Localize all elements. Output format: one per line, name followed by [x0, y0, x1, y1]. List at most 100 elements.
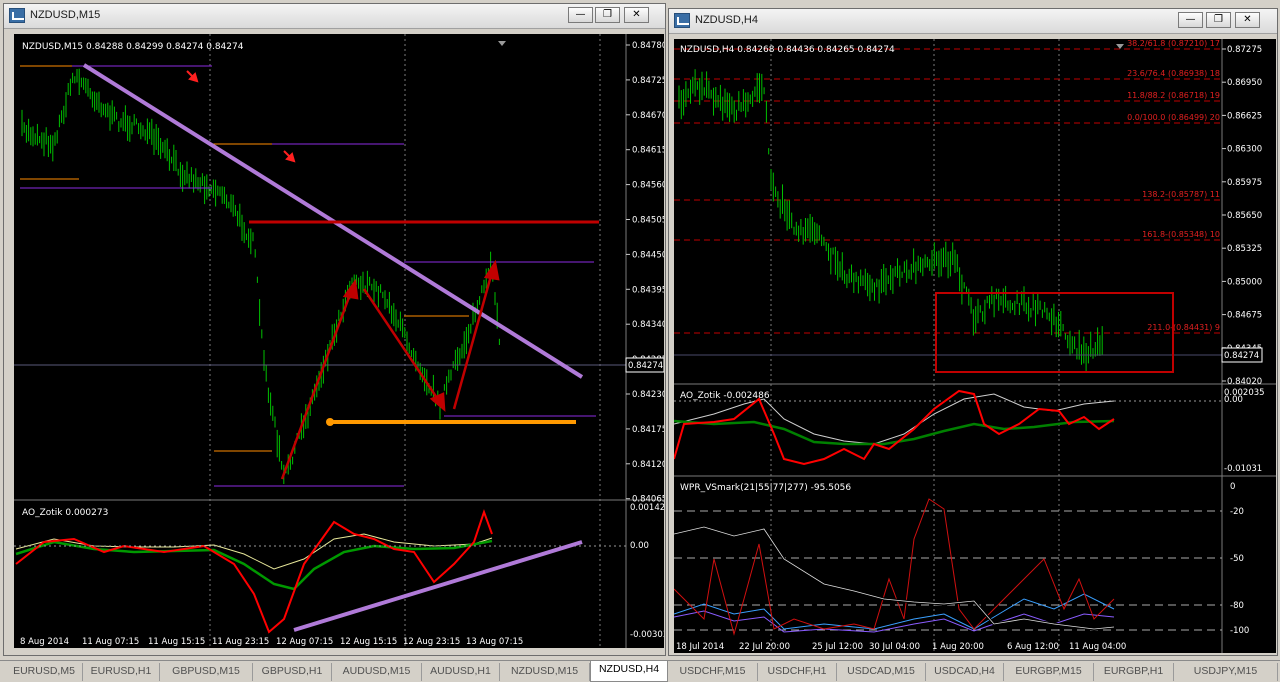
chart-tab[interactable]: USDCAD,M15: [837, 663, 926, 681]
minimize-button[interactable]: —: [568, 7, 593, 23]
price-label: 0.86300: [1227, 145, 1262, 155]
time-scale[interactable]: 8 Aug 2014 11 Aug 07:15 11 Aug 15:15 11 Aug…: [20, 637, 523, 647]
window-nzdusd-h4[interactable]: NZDUSD,H4 — ❐ ✕ 38.2/61.8 (0.87210) 17 23…: [668, 8, 1278, 656]
indicator-scale-label: 0.00: [630, 541, 649, 551]
chart-tab[interactable]: USDJPY,M15: [1174, 663, 1278, 681]
time-label: 12 Aug 23:15: [403, 637, 460, 647]
chart-tab[interactable]: AUDUSD,M15: [332, 663, 422, 681]
indicator-scale: 0.001428 0.00 -0.00303: [630, 503, 664, 640]
window-nzdusd-m15[interactable]: NZDUSD,M15 — ❐ ✕ NZDUSD,M15 0.84288 0.84…: [3, 3, 666, 656]
ao-fast-line: [674, 389, 1115, 466]
price-label: 0.84505: [632, 216, 664, 226]
chart-tab[interactable]: EURUSD,H1: [83, 663, 160, 681]
ao-scale-label: 0.00: [1224, 395, 1243, 405]
price-series: [678, 69, 1103, 372]
fib-level-label: 38.2/61.8 (0.87210) 17: [1127, 39, 1220, 48]
time-label: 22 Jul 20:00: [739, 642, 790, 652]
price-label: 0.85650: [1227, 211, 1262, 221]
chart-window-icon: [9, 8, 25, 23]
chart-header: NZDUSD,H4 0.84268 0.84436 0.84265 0.8427…: [680, 45, 895, 55]
scroll-marker-icon: [1116, 44, 1124, 49]
time-label: 12 Aug 07:15: [276, 637, 333, 647]
wpr-scale-label: 0: [1230, 482, 1235, 492]
price-label: 0.84675: [1227, 311, 1262, 321]
price-label: 0.84340: [632, 320, 664, 330]
arrowhead: [483, 259, 500, 281]
close-button[interactable]: ✕: [1235, 12, 1260, 28]
price-scale[interactable]: 0.84780 0.84725 0.84670 0.84615 0.84560 0.845…: [626, 41, 664, 505]
minimize-button[interactable]: —: [1178, 12, 1203, 28]
support-anchor-point[interactable]: [326, 418, 334, 426]
ao-header: AO_Zotik -0.002486: [680, 391, 770, 401]
time-label: 11 Aug 04:00: [1069, 642, 1126, 652]
price-label: 0.86625: [1227, 111, 1262, 121]
price-label: 0.84020: [1227, 377, 1262, 387]
chart-tab[interactable]: EURGBP,M15: [1004, 663, 1094, 681]
chart-tab[interactable]: GBPUSD,H1: [253, 663, 332, 681]
price-label: 0.84780: [632, 41, 664, 51]
ao-scale-label: -0.01031: [1224, 464, 1262, 474]
chart-tab[interactable]: EURUSD,M5: [6, 663, 83, 681]
indicator-scale-label: 0.001428: [630, 503, 664, 513]
h4-chart-svg[interactable]: 38.2/61.8 (0.87210) 17 23.6/76.4 (0.86938…: [674, 39, 1276, 653]
chart-tab[interactable]: AUDUSD,H1: [422, 663, 500, 681]
ao-signal-line: [15, 533, 493, 570]
fib-level-label: 0.0/100.0 (0.86499) 20: [1127, 113, 1220, 122]
close-button[interactable]: ✕: [624, 7, 649, 23]
time-label: 1 Aug 20:00: [932, 642, 984, 652]
chart-tab[interactable]: NZDUSD,H4: [590, 661, 668, 682]
time-label: 12 Aug 15:15: [340, 637, 397, 647]
chart-tab-bar[interactable]: EURUSD,M5 EURUSD,H1 GBPUSD,M15 GBPUSD,H1 AUD…: [0, 660, 1280, 682]
price-label: 0.84175: [632, 425, 664, 435]
m15-chart-svg[interactable]: NZDUSD,M15 0.84288 0.84299 0.84274 0.842…: [14, 34, 664, 648]
ao-slow-line: [15, 539, 493, 591]
price-label: 0.84230: [632, 390, 664, 400]
time-label: 11 Aug 15:15: [148, 637, 205, 647]
price-label: 0.84450: [632, 250, 664, 260]
wave-arrow-down[interactable]: [362, 288, 441, 402]
wpr-scale-label: -50: [1230, 554, 1244, 564]
chart-area-m15[interactable]: NZDUSD,M15 0.84288 0.84299 0.84274 0.842…: [14, 34, 664, 648]
wave-arrow-up-2[interactable]: [452, 271, 494, 410]
chart-tab[interactable]: USDCAD,H4: [926, 663, 1004, 681]
fib-level-label: 138.2-(0.85787) 11: [1142, 190, 1220, 199]
ao-slow-line: [674, 419, 1115, 446]
chart-tab[interactable]: USDCHF,M15: [668, 663, 758, 681]
fib-level-label: 211.0-(0.84431) 9: [1147, 323, 1220, 332]
price-label: 0.85325: [1227, 244, 1262, 254]
chart-window-icon: [674, 13, 690, 28]
price-label: 0.84670: [632, 111, 664, 121]
price-label: 0.84725: [632, 76, 664, 86]
chart-tab[interactable]: EURGBP,H1: [1094, 663, 1174, 681]
price-scale[interactable]: 0.87275 0.86950 0.86625 0.86300 0.85975 0.856…: [1222, 45, 1262, 387]
price-label: 0.85000: [1227, 277, 1262, 287]
restore-button[interactable]: ❐: [1206, 12, 1231, 28]
chart-header: NZDUSD,M15 0.84288 0.84299 0.84274 0.842…: [22, 42, 244, 52]
indicator-header: AO_Zotik 0.000273: [22, 508, 108, 518]
wpr-scale-label: -100: [1230, 626, 1249, 636]
price-label: 0.87275: [1227, 45, 1262, 55]
time-label: 8 Aug 2014: [20, 637, 69, 647]
price-label: 0.84615: [632, 146, 664, 156]
chart-tab[interactable]: GBPUSD,M15: [160, 663, 253, 681]
price-label: 0.85975: [1227, 178, 1262, 188]
window-titlebar[interactable]: NZDUSD,H4 — ❐ ✕: [669, 9, 1277, 34]
price-label: 0.86950: [1227, 78, 1262, 88]
price-label: 0.84120: [632, 460, 664, 470]
time-label: 11 Aug 07:15: [82, 637, 139, 647]
restore-button[interactable]: ❐: [595, 7, 620, 23]
indicator-scale-label: -0.00303: [630, 630, 664, 640]
chart-tab[interactable]: NZDUSD,M15: [500, 663, 590, 681]
price-label: 0.84395: [632, 285, 664, 295]
scroll-marker-icon: [498, 41, 506, 46]
time-label: 13 Aug 07:15: [466, 637, 523, 647]
time-scale[interactable]: 18 Jul 2014 22 Jul 20:00 25 Jul 12:00 30 Ju…: [676, 642, 1126, 652]
fib-level-label: 11.8/88.2 (0.86718) 19: [1127, 91, 1220, 100]
wpr-line-55: [674, 498, 1115, 636]
current-price-value: 0.84274: [628, 361, 663, 371]
wpr-scale-label: -80: [1230, 601, 1244, 611]
window-titlebar[interactable]: NZDUSD,M15 — ❐ ✕: [4, 4, 665, 29]
wave-arrow-up[interactable]: [280, 288, 354, 480]
chart-area-h4[interactable]: 38.2/61.8 (0.87210) 17 23.6/76.4 (0.86938…: [674, 39, 1276, 653]
chart-tab[interactable]: USDCHF,H1: [758, 663, 837, 681]
